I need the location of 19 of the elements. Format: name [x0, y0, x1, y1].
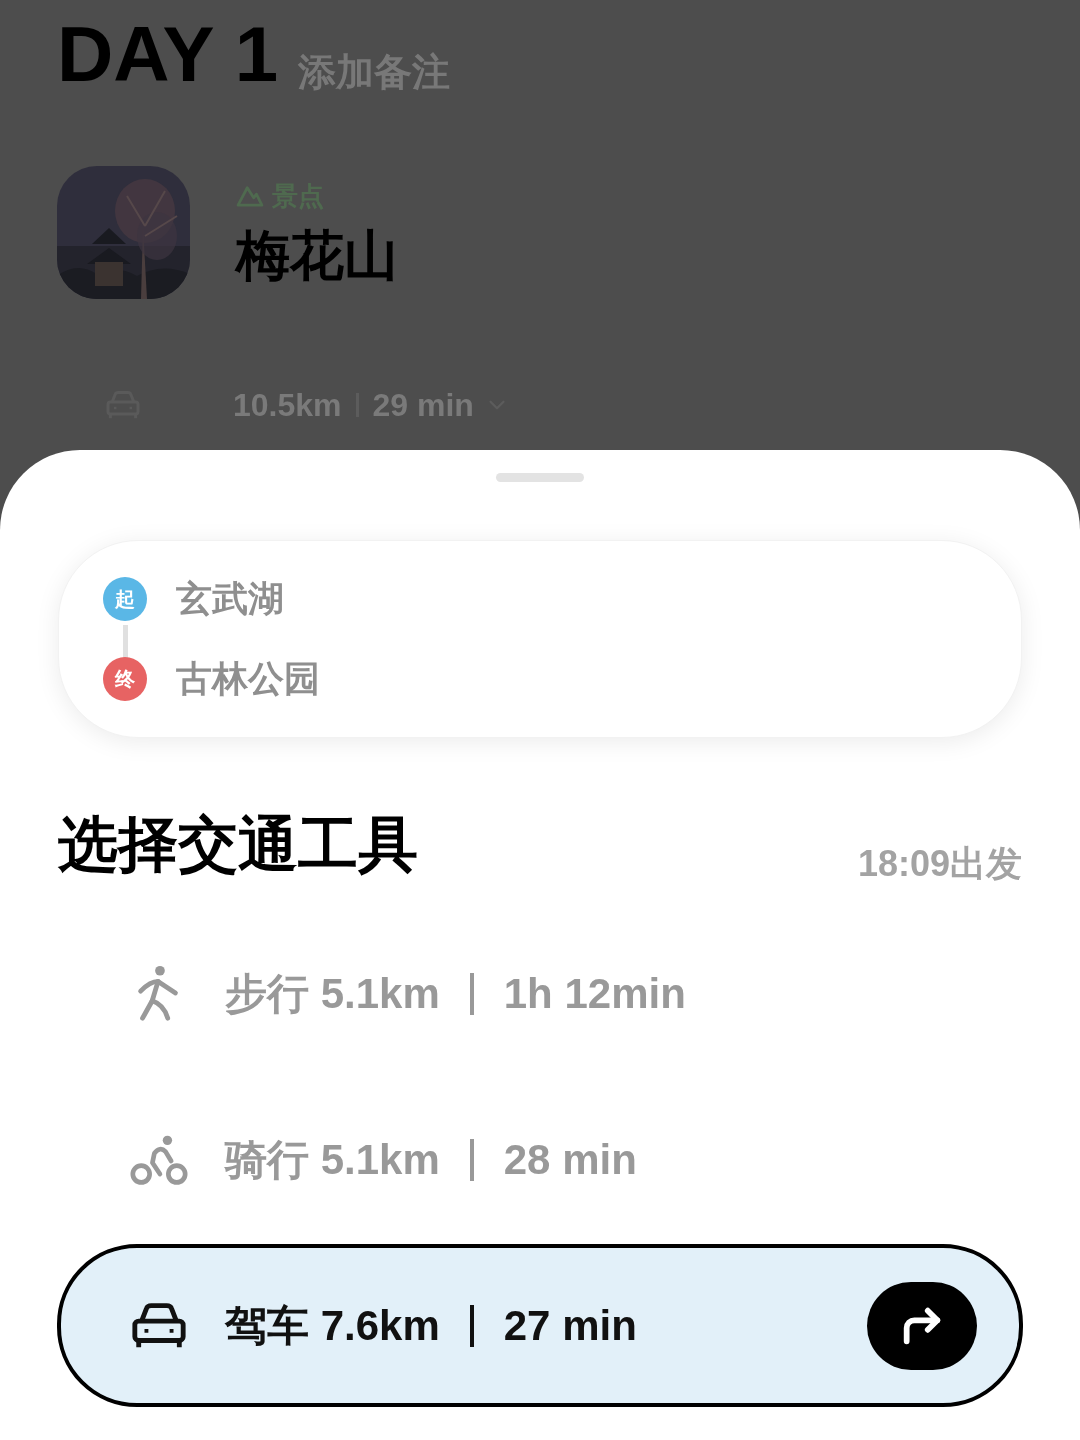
mode-duration: 1h 12min — [503, 968, 686, 1019]
mode-duration: 28 min — [503, 1134, 637, 1185]
end-location[interactable]: 古林公园 — [176, 657, 320, 701]
day-title: DAY 1 — [57, 14, 279, 94]
place-name: 梅花山 — [236, 224, 398, 285]
transport-option[interactable]: 驾车 7.6km 27 min — [57, 1244, 1023, 1407]
transport-option[interactable]: 骑行 5.1km 28 min — [57, 1078, 1023, 1241]
mode-distance: 驾车 7.6km — [225, 1300, 440, 1351]
mode-duration: 27 min — [503, 1300, 637, 1351]
section-title: 选择交通工具 — [58, 810, 418, 880]
mode-distance: 骑行 5.1km — [225, 1134, 440, 1185]
transport-option[interactable]: 步行 5.1km 1h 12min — [57, 912, 1023, 1075]
start-badge: 起 — [103, 577, 147, 621]
end-badge: 终 — [103, 657, 147, 701]
drag-handle[interactable] — [496, 473, 584, 482]
mountain-icon — [236, 184, 264, 207]
start-location[interactable]: 玄武湖 — [176, 577, 284, 621]
mode-distance: 步行 5.1km — [225, 968, 440, 1019]
departure-time[interactable]: 18:09出发 — [857, 842, 1022, 886]
